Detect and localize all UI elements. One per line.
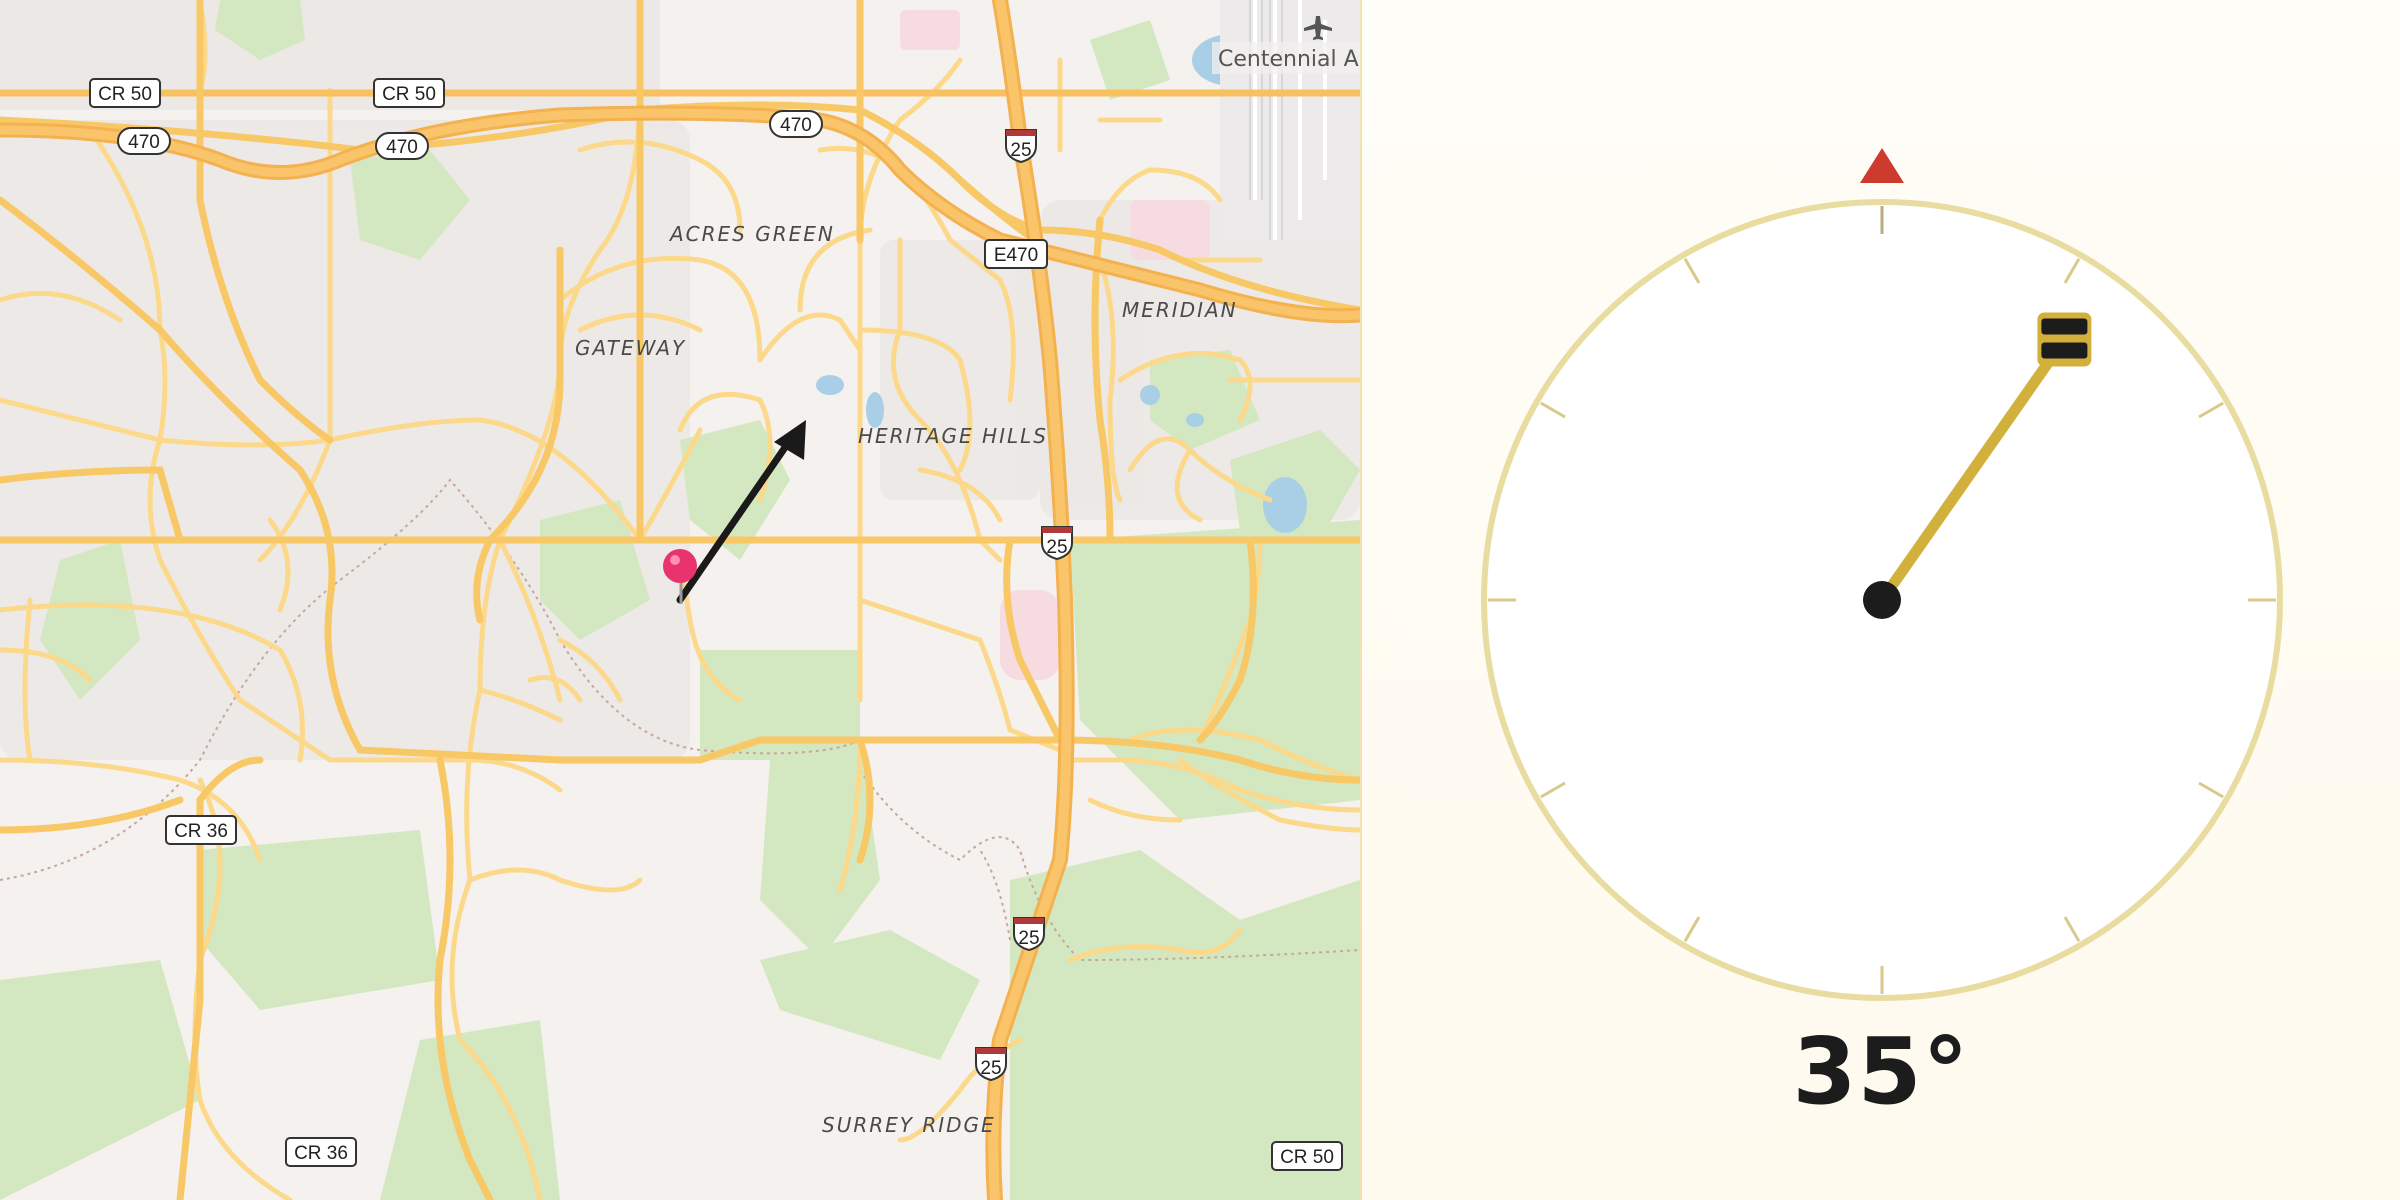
map-view[interactable]: ACRES GREEN GATEWAY MERIDIAN HERITAGE HI…	[0, 0, 1360, 1200]
compass-panel: 35°	[1362, 0, 2400, 1200]
svg-text:25: 25	[1018, 928, 1039, 949]
svg-text:CR 50: CR 50	[382, 84, 436, 105]
shield-cr36-a: CR 36	[165, 815, 237, 845]
place-label-gateway: GATEWAY	[575, 336, 686, 360]
svg-text:E470: E470	[994, 245, 1038, 266]
place-label-heritage-hills: HERITAGE HILLS	[858, 424, 1048, 448]
needle-pivot	[1863, 581, 1901, 619]
north-marker-icon	[1860, 148, 1904, 183]
map-canvas: ACRES GREEN GATEWAY MERIDIAN HERITAGE HI…	[0, 0, 1360, 1200]
place-label-acres-green: ACRES GREEN	[668, 222, 835, 246]
svg-text:25: 25	[980, 1058, 1001, 1079]
shield-i25-c: 25	[1013, 917, 1045, 952]
shield-i25-a: 25	[1005, 129, 1037, 164]
svg-text:470: 470	[780, 115, 812, 136]
needle-handle-icon[interactable]	[2037, 312, 2092, 367]
shield-470-c: 470	[769, 110, 823, 138]
shield-cr36-b: CR 36	[285, 1137, 357, 1167]
svg-text:470: 470	[128, 132, 160, 153]
shield-i25-d: 25	[975, 1047, 1007, 1082]
svg-text:25: 25	[1046, 537, 1067, 558]
airport-label: Centennial Ai	[1218, 47, 1360, 72]
svg-text:CR 50: CR 50	[98, 84, 152, 105]
shield-470-a: 470	[117, 127, 171, 155]
svg-text:25: 25	[1010, 140, 1031, 161]
heading-readout: 35°	[1792, 1018, 1970, 1125]
shield-e470: E470	[984, 239, 1048, 269]
shield-470-b: 470	[375, 132, 429, 160]
shield-cr50-a: CR 50	[89, 78, 161, 108]
place-label-surrey-ridge: SURREY RIDGE	[822, 1113, 996, 1137]
shield-i25-b: 25	[1041, 526, 1073, 561]
shield-cr50-c: CR 50	[1271, 1141, 1343, 1171]
svg-text:CR 36: CR 36	[294, 1143, 348, 1164]
place-label-meridian: MERIDIAN	[1122, 298, 1238, 322]
svg-text:CR 50: CR 50	[1280, 1147, 1334, 1168]
svg-text:470: 470	[386, 137, 418, 158]
shield-cr50-b: CR 50	[373, 78, 445, 108]
svg-text:CR 36: CR 36	[174, 821, 228, 842]
